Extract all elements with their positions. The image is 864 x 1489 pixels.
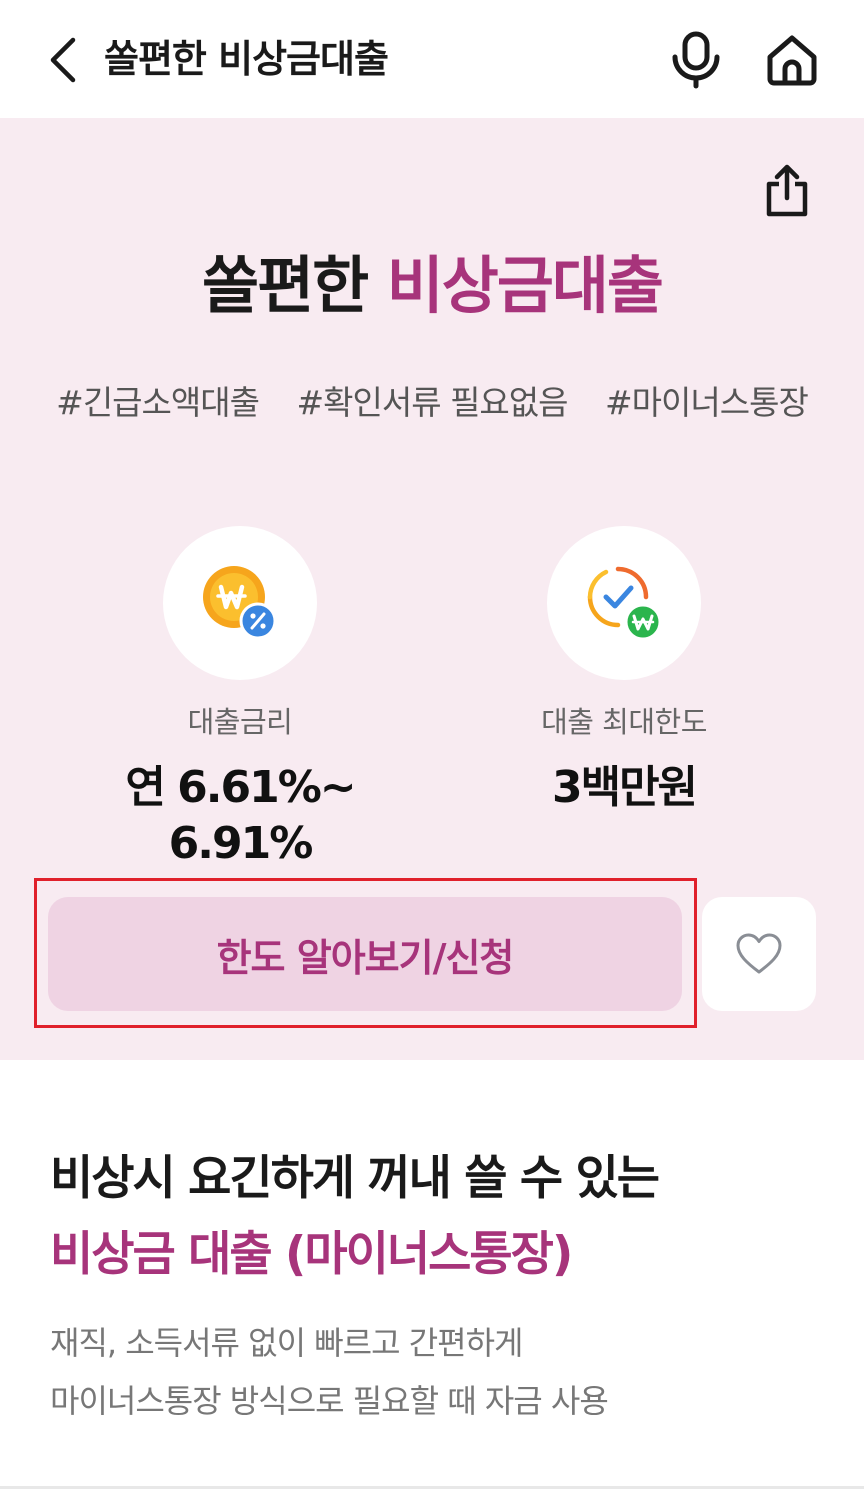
- interest-rate-value: 연 6.61%~ 6.91%: [125, 762, 356, 869]
- loan-limit-icon-circle: [547, 526, 701, 680]
- favorite-button[interactable]: [702, 897, 816, 1011]
- apply-limit-check-button[interactable]: 한도 알아보기/신청: [48, 897, 682, 1011]
- share-icon: [766, 164, 808, 217]
- interest-rate-icon-circle: [163, 526, 317, 680]
- loan-limit-label: 대출 최대한도: [541, 705, 707, 739]
- home-button[interactable]: [762, 30, 822, 90]
- home-icon: [767, 35, 817, 86]
- tag-item: #긴급소액대출: [56, 383, 260, 422]
- app-bar: 쏠편한 비상금대출: [0, 0, 864, 118]
- loan-limit-stat: 대출 최대한도 3백만원: [454, 526, 794, 816]
- product-title-accent: 비상금대출: [386, 249, 664, 322]
- check-won-gauge-icon: [587, 566, 662, 641]
- interest-rate-stat: 대출금리 연 6.61%~ 6.91%: [70, 526, 410, 872]
- won-percent-coin-icon: [203, 566, 277, 640]
- loan-limit-value: 3백만원: [551, 762, 698, 813]
- section-description: 재직, 소득서류 없이 빠르고 간편하게 마이너스통장 방식으로 필요할 때 자…: [50, 1314, 609, 1430]
- section-description-line: 마이너스통장 방식으로 필요할 때 자금 사용: [50, 1382, 609, 1420]
- tag-item: #마이너스통장: [605, 383, 809, 422]
- product-tags: #긴급소액대출 #확인서류 필요없음 #마이너스통장: [0, 380, 864, 426]
- microphone-icon: [672, 31, 720, 89]
- chevron-left-icon: [50, 37, 76, 83]
- section-headline: 비상시 요긴하게 꺼내 쓸 수 있는: [50, 1151, 660, 1206]
- section-description-line: 재직, 소득서류 없이 빠르고 간편하게: [50, 1324, 523, 1362]
- product-title: 쏠편한 비상금대출: [0, 246, 864, 326]
- tag-item: #확인서류 필요없음: [296, 383, 568, 422]
- interest-rate-label: 대출금리: [187, 705, 293, 739]
- product-title-prefix: 쏠편한: [202, 249, 387, 322]
- back-button[interactable]: [40, 32, 84, 88]
- page-title: 쏠편한 비상금대출: [104, 37, 389, 81]
- share-button[interactable]: [756, 160, 818, 222]
- section-headline-accent: 비상금 대출 (마이너스통장): [50, 1227, 573, 1282]
- voice-search-button[interactable]: [666, 30, 726, 90]
- heart-outline-icon: [736, 933, 782, 974]
